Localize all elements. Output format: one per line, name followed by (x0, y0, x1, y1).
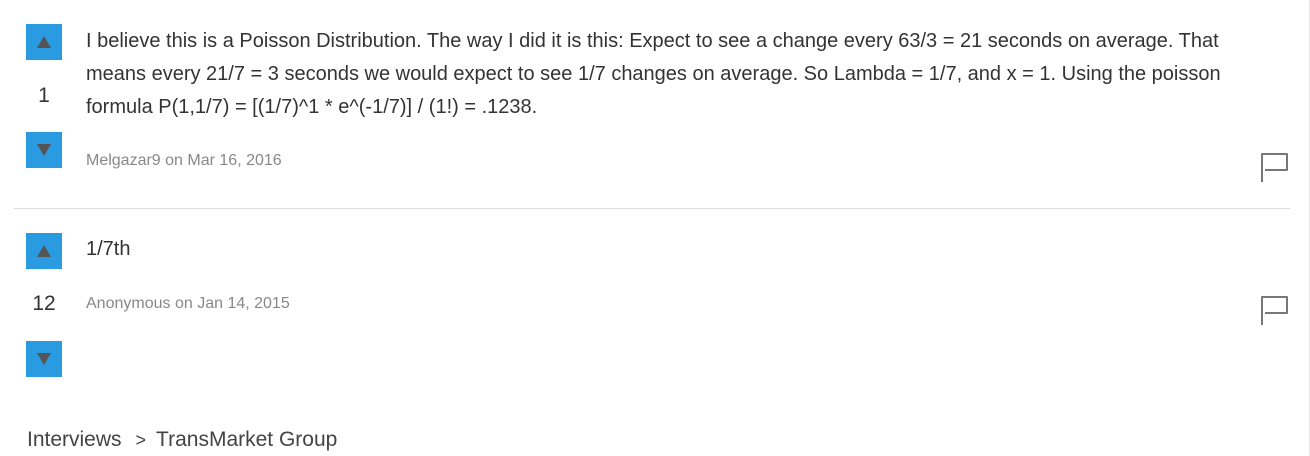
flag-icon (1261, 296, 1288, 325)
answer-date: Jan 14, 2015 (197, 295, 290, 312)
breadcrumb-company-link[interactable]: TransMarket Group (156, 428, 337, 451)
answer-text: 1/7th (86, 238, 131, 260)
breadcrumb: Interviews > TransMarket Group (27, 428, 337, 452)
answer-text: I believe this is a Poisson Distribution… (86, 30, 1221, 118)
downvote-button[interactable] (26, 132, 62, 168)
answer-meta: Anonymous on Jan 14, 2015 (86, 295, 290, 313)
meta-on: on (174, 295, 193, 312)
author-link[interactable]: Melgazar9 (86, 152, 161, 169)
flag-button[interactable] (1259, 150, 1291, 184)
meta-on: on (165, 152, 183, 169)
flag-icon (1261, 153, 1288, 182)
upvote-button[interactable] (26, 233, 62, 269)
answer-item: 1 I believe this is a Poisson Distributi… (0, 0, 1290, 208)
up-triangle-icon (37, 245, 51, 257)
breadcrumb-interviews-link[interactable]: Interviews (27, 428, 122, 451)
author-link[interactable]: Anonymous (86, 295, 171, 312)
down-triangle-icon (37, 353, 51, 365)
down-triangle-icon (37, 144, 51, 156)
answer-meta: Melgazar9 on Mar 16, 2016 (86, 152, 282, 170)
downvote-button[interactable] (26, 341, 62, 377)
answer-item: 12 1/7th Anonymous on Jan 14, 2015 (0, 209, 1290, 389)
vote-count: 1 (38, 84, 50, 107)
breadcrumb-separator: > (135, 430, 147, 450)
flag-button[interactable] (1259, 293, 1291, 327)
up-triangle-icon (37, 36, 51, 48)
upvote-button[interactable] (26, 24, 62, 60)
vote-count: 12 (32, 292, 56, 315)
interview-answers-page: 1 I believe this is a Poisson Distributi… (0, 0, 1310, 456)
answer-date: Mar 16, 2016 (187, 152, 282, 169)
